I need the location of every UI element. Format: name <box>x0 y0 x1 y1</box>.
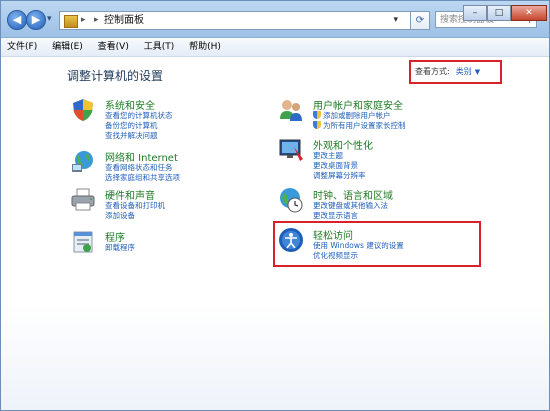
category-appearance: 外观和个性化 更改主题 更改桌面背景 调整屏幕分辨率 <box>278 137 478 181</box>
chevron-right-icon[interactable]: ▸ <box>94 12 99 29</box>
highlight-box <box>273 221 481 267</box>
forward-button[interactable]: ▶ <box>26 10 46 30</box>
main-content: 调整计算机的设置 查看方式: 类别 ▼ 系统和安全 查看您的计算机状态 备份您的计算… <box>1 57 549 410</box>
link-change-display-language[interactable]: 更改显示语言 <box>313 210 358 221</box>
appearance-monitor-icon <box>279 139 303 161</box>
link-screen-resolution[interactable]: 调整屏幕分辨率 <box>313 170 366 181</box>
page-title: 调整计算机的设置 <box>67 69 164 83</box>
view-by-label: 查看方式: <box>415 67 450 76</box>
link-troubleshoot[interactable]: 查找并解决问题 <box>105 130 158 141</box>
control-panel-icon <box>64 15 78 28</box>
dropdown-arrow-icon[interactable]: ▼ <box>475 68 480 76</box>
user-accounts-icon <box>280 100 302 121</box>
menu-tools[interactable]: 工具(T) <box>138 38 181 56</box>
refresh-button[interactable]: ⟳ <box>410 11 430 30</box>
category-programs: 程序 卸载程序 <box>70 229 250 259</box>
control-panel-window: ◀ ▶ ▾ ▸ ▸ 控制面板 ▾ ⟳ 搜索控制面板 ⚲ –□✕ 文件(F) 编辑… <box>0 0 550 411</box>
address-dropdown-icon[interactable]: ▾ <box>393 12 398 29</box>
window-controls: – □ ✕ <box>463 0 547 21</box>
menu-file[interactable]: 文件(F) <box>1 38 43 56</box>
menu-help[interactable]: 帮助(H) <box>183 38 227 56</box>
close-button[interactable]: ✕ <box>511 5 547 21</box>
chevron-right-icon[interactable]: ▸ <box>81 12 86 29</box>
maximize-button[interactable]: □ <box>487 5 511 21</box>
minimize-button[interactable]: – <box>463 5 487 21</box>
recent-pages-dropdown[interactable]: ▾ <box>47 13 57 25</box>
address-bar[interactable]: ▸ ▸ 控制面板 ▾ <box>59 11 419 30</box>
programs-icon <box>73 231 93 253</box>
link-homegroup-sharing[interactable]: 选择家庭组和共享选项 <box>105 172 180 183</box>
title-bar: ◀ ▶ ▾ ▸ ▸ 控制面板 ▾ ⟳ 搜索控制面板 ⚲ –□✕ <box>1 1 549 38</box>
menu-edit[interactable]: 编辑(E) <box>46 38 89 56</box>
back-button[interactable]: ◀ <box>7 10 27 30</box>
view-by-selector[interactable]: 查看方式: 类别 ▼ <box>409 60 502 84</box>
clock-globe-icon <box>280 188 303 213</box>
category-system-security: 系统和安全 查看您的计算机状态 备份您的计算机 查找并解决问题 <box>70 97 250 142</box>
link-parental-controls[interactable]: 为所有用户设置家长控制 <box>313 120 406 131</box>
uac-shield-icon <box>313 111 321 119</box>
category-network-internet: 网络和 Internet 查看网络状态和任务 选择家庭组和共享选项 <box>70 149 250 184</box>
link-uninstall-program[interactable]: 卸载程序 <box>105 242 135 253</box>
view-by-value[interactable]: 类别 <box>456 67 472 76</box>
address-path[interactable]: 控制面板 <box>104 12 144 29</box>
menu-view[interactable]: 查看(V) <box>92 38 135 56</box>
uac-shield-icon <box>313 121 321 129</box>
link-add-device[interactable]: 添加设备 <box>105 210 135 221</box>
menu-bar: 文件(F) 编辑(E) 查看(V) 工具(T) 帮助(H) <box>1 38 549 57</box>
category-clock-language-region: 时钟、语言和区域 更改键盘或其他输入法 更改显示语言 <box>278 187 478 221</box>
network-globe-icon <box>72 151 93 172</box>
category-hardware-sound: 硬件和声音 查看设备和打印机 添加设备 <box>70 187 250 222</box>
category-user-accounts: 用户帐户和家庭安全 添加或删除用户帐户 为所有用户设置家长控制 <box>278 97 478 132</box>
system-security-icon <box>73 99 93 121</box>
printer-icon <box>71 188 95 211</box>
